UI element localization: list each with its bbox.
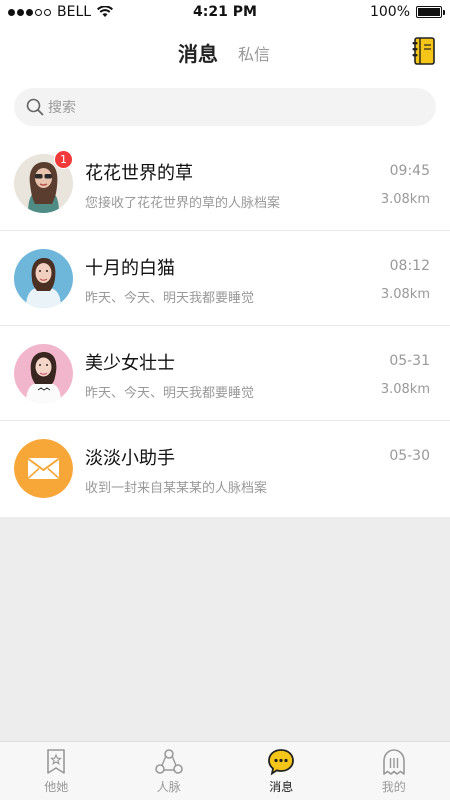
message-item[interactable]: 十月的白猫 08:12 昨天、今天、明天我都要睡觉 3.08km: [0, 231, 450, 326]
avatar[interactable]: [14, 344, 73, 403]
search-placeholder: 搜索: [48, 100, 76, 116]
message-preview: 昨天、今天、明天我都要睡觉: [85, 386, 255, 401]
message-time: 08:12: [389, 258, 430, 274]
photo-avatar-woman-pink-bg: [14, 344, 73, 403]
tab-label: 消息: [269, 779, 294, 794]
message-time: 05-31: [389, 353, 430, 369]
tab-label: 人脉: [156, 779, 181, 794]
distance: 3.08km: [380, 382, 430, 397]
message-item[interactable]: 1 花花世界的草 09:45 您接收了花花世界的草的人脉档案 3.08km: [0, 136, 450, 231]
page-title-messages[interactable]: 消息: [178, 38, 218, 67]
carrier-name: BELL: [57, 4, 92, 20]
message-time: 05-30: [389, 448, 430, 464]
wifi-icon: [97, 6, 114, 17]
bookmark-star-icon: [47, 748, 66, 774]
tab-private-messages[interactable]: 私信: [238, 41, 270, 65]
message-preview: 您接收了花花世界的草的人脉档案: [85, 196, 281, 211]
notebook-icon[interactable]: [412, 37, 436, 65]
unread-badge: 1: [54, 150, 73, 169]
battery-percent: 100%: [369, 4, 410, 20]
tab-mine[interactable]: 我的: [338, 742, 450, 800]
ghost-icon: [382, 748, 405, 775]
distance: 3.08km: [380, 192, 430, 207]
nav-bar: 消息 私信: [0, 24, 450, 80]
message-item[interactable]: 淡淡小助手 05-30 收到一封来自某某某的人脉档案: [0, 421, 450, 517]
photo-avatar-woman-blue-bg: [14, 249, 73, 308]
network-icon: [154, 748, 183, 774]
contact-name: 十月的白猫: [85, 258, 175, 279]
tab-label: 他她: [44, 779, 69, 794]
search-container: 搜索: [0, 80, 450, 136]
chat-bubble-icon: [268, 748, 295, 775]
avatar[interactable]: [14, 439, 73, 498]
signal-strength-icon: [8, 8, 51, 16]
tab-contacts[interactable]: 人脉: [113, 742, 226, 800]
message-preview: 收到一封来自某某某的人脉档案: [85, 481, 268, 496]
contact-name: 淡淡小助手: [85, 448, 175, 469]
avatar[interactable]: [14, 249, 73, 308]
message-list: 1 花花世界的草 09:45 您接收了花花世界的草的人脉档案 3.08km 十月…: [0, 136, 450, 517]
tab-bar: 他她 人脉 消息 我的: [0, 741, 450, 800]
contact-name: 花花世界的草: [85, 163, 193, 184]
carrier-area: BELL: [8, 4, 114, 20]
message-item[interactable]: 美少女壮士 05-31 昨天、今天、明天我都要睡觉 3.08km: [0, 326, 450, 421]
tab-tata[interactable]: 他她: [0, 742, 113, 800]
status-bar: BELL 4:21 PM 100%: [0, 0, 450, 24]
tab-label: 我的: [381, 779, 406, 794]
battery-icon: [416, 6, 445, 18]
search-input[interactable]: 搜索: [14, 88, 436, 126]
mail-icon: [14, 439, 73, 498]
message-preview: 昨天、今天、明天我都要睡觉: [85, 291, 255, 306]
tab-messages[interactable]: 消息: [225, 742, 338, 800]
contact-name: 美少女壮士: [85, 353, 175, 374]
message-time: 09:45: [389, 163, 430, 179]
distance: 3.08km: [380, 287, 430, 302]
search-icon: [26, 98, 44, 116]
